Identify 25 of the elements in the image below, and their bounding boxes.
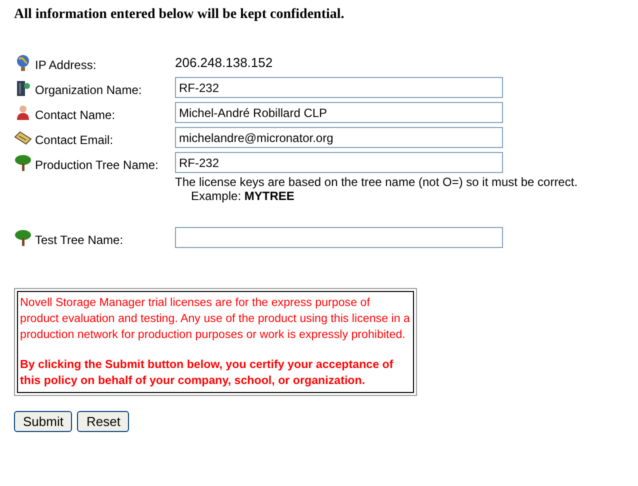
text-field[interactable]: Michel-André Robillard CLP — [175, 102, 503, 123]
field-label: Contact Name: — [35, 108, 116, 122]
text-field[interactable]: RF-232 — [175, 152, 503, 173]
hint-text: Example: MYTREE — [190, 189, 296, 203]
field-label: Production Tree Name: — [35, 158, 158, 172]
globe-icon — [14, 54, 32, 72]
card-icon — [14, 128, 32, 146]
building-icon — [14, 78, 32, 96]
text-field[interactable]: michelandre@micronator.org — [175, 127, 503, 148]
page-heading: All information entered below will be kept confidential. — [14, 7, 346, 23]
text-field[interactable]: RF-232 — [175, 77, 503, 98]
form-button[interactable]: Reset — [77, 411, 130, 432]
policy-text: Novell Storage Manager trial licenses are for the express purpose of product evaluation and testing. Any use of the product using this license in a production network for production purposes or work is expressly prohibited. — [20, 295, 411, 343]
field-label: IP Address: — [35, 58, 96, 72]
tree-icon — [14, 154, 32, 172]
field-label: Test Tree Name: — [35, 232, 124, 246]
text-field[interactable] — [175, 227, 503, 248]
policy-text: By clicking the Submit button below, you certify your acceptance of this policy on behalf of your company, school, or organization. — [20, 357, 394, 389]
tree-icon — [14, 228, 32, 246]
field-label: Organization Name: — [35, 82, 142, 96]
form-button[interactable]: Submit — [14, 411, 72, 432]
ip-address-value: 206.248.138.152 — [175, 55, 273, 70]
hint-text: The license keys are based on the tree name (not O=) so it must be correct. — [175, 175, 579, 189]
field-label: Contact Email: — [35, 132, 114, 146]
person-icon — [14, 104, 32, 122]
